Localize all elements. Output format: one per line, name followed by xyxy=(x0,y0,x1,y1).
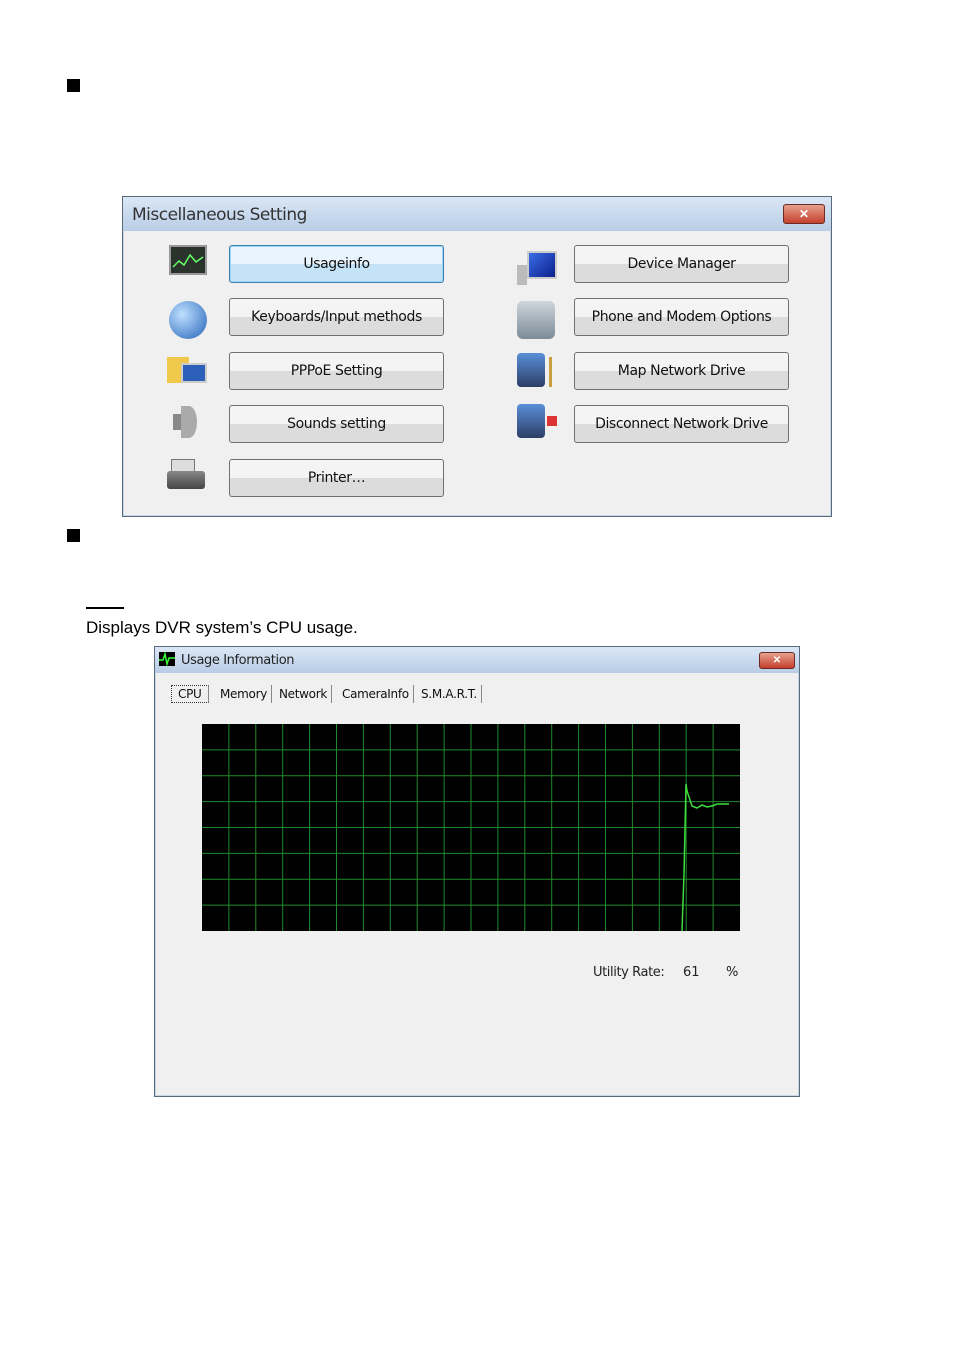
pppoe-setting-button[interactable]: PPPoE Setting xyxy=(229,352,444,390)
computer-icon xyxy=(517,251,557,289)
tab-camerainfo[interactable]: CameraInfo xyxy=(338,685,414,703)
title-bar: Usage Information ✕ xyxy=(155,647,799,673)
map-network-drive-button[interactable]: Map Network Drive xyxy=(574,352,789,390)
sounds-setting-button[interactable]: Sounds setting xyxy=(229,405,444,443)
keyboards-input-button[interactable]: Keyboards/Input methods xyxy=(229,298,444,336)
cpu-caption: Displays DVR system’s CPU usage. xyxy=(86,618,358,637)
utility-rate-value: 61 xyxy=(683,965,700,980)
usageinfo-button[interactable]: Usageinfo xyxy=(229,245,444,283)
phone-modem-button[interactable]: Phone and Modem Options xyxy=(574,298,789,336)
speaker-icon xyxy=(169,404,207,442)
disconnect-drive-icon xyxy=(517,404,557,442)
usage-app-icon xyxy=(159,651,175,667)
bullet-marker xyxy=(67,79,80,92)
usage-chart-icon xyxy=(169,245,207,275)
cpu-usage-graph xyxy=(202,724,740,931)
close-button[interactable]: ✕ xyxy=(759,652,795,669)
window-title: Usage Information xyxy=(181,653,295,668)
misc-setting-window: Miscellaneous Setting ✕ Usageinfo Keyboa… xyxy=(122,196,832,517)
heading-underline xyxy=(86,607,124,609)
utility-rate-unit: % xyxy=(726,965,739,980)
bullet-marker xyxy=(67,529,80,542)
printer-icon xyxy=(167,455,205,493)
tab-smart[interactable]: S.M.A.R.T. xyxy=(417,685,482,703)
document-page: Miscellaneous Setting ✕ Usageinfo Keyboa… xyxy=(0,0,954,1354)
device-manager-button[interactable]: Device Manager xyxy=(574,245,789,283)
network-folder-icon xyxy=(167,353,207,391)
title-bar: Miscellaneous Setting ✕ xyxy=(123,197,831,231)
tab-network[interactable]: Network xyxy=(275,685,333,703)
map-drive-icon xyxy=(517,353,555,391)
window-title: Miscellaneous Setting xyxy=(132,205,307,225)
close-button[interactable]: ✕ xyxy=(783,204,825,224)
tab-cpu[interactable]: CPU xyxy=(171,685,209,703)
phone-modem-icon xyxy=(517,301,555,339)
utility-rate-label: Utility Rate: xyxy=(593,965,665,980)
globe-icon xyxy=(169,301,207,339)
usage-information-window: Usage Information ✕ CPU Memory Network C… xyxy=(154,646,800,1097)
tab-memory[interactable]: Memory xyxy=(216,685,273,703)
disconnect-network-drive-button[interactable]: Disconnect Network Drive xyxy=(574,405,789,443)
printer-button[interactable]: Printer… xyxy=(229,459,444,497)
